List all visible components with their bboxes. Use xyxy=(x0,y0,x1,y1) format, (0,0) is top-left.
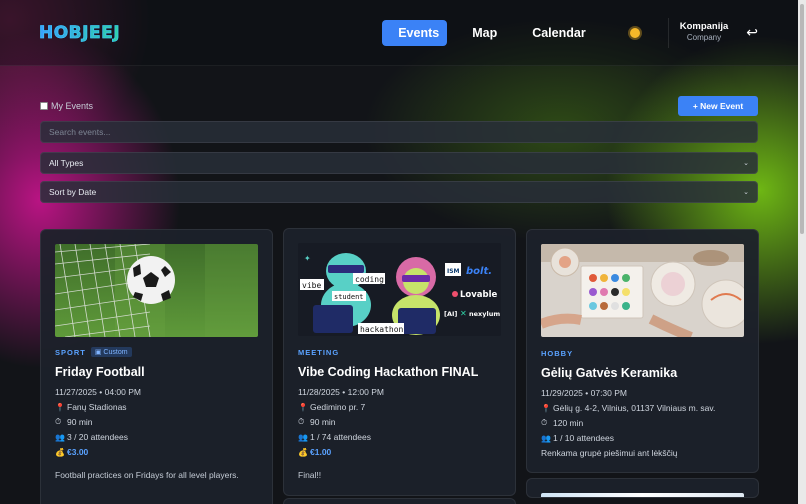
lovable-logo: Lovable xyxy=(460,290,498,300)
custom-badge: ▣ Custom xyxy=(90,347,132,357)
page-scrollbar[interactable] xyxy=(798,0,806,504)
event-card[interactable]: HOBBY Gėlių Gatvės Keramika 11/29/2025 •… xyxy=(526,229,759,473)
map-pin-icon: 📍 xyxy=(298,402,308,412)
chevron-down-icon: ⌄ xyxy=(743,160,749,167)
people-icon: 👥 xyxy=(541,433,551,443)
image-label-vibe: vibe xyxy=(302,281,321,290)
nexylum-logo: nexylum xyxy=(469,310,500,318)
scrollbar-thumb[interactable] xyxy=(800,4,804,234)
event-datetime: 11/29/2025 • 07:30 PM xyxy=(541,388,627,398)
top-navbar: HOBJEEJ Events Map Calendar Kompanija Co… xyxy=(0,0,798,66)
event-attendees: 3 / 20 attendees xyxy=(67,432,128,442)
page: HOBJEEJ Events Map Calendar Kompanija Co… xyxy=(0,0,798,504)
people-icon: 👥 xyxy=(298,432,308,442)
event-title[interactable]: Vibe Coding Hackathon FINAL xyxy=(298,365,501,379)
checkbox-box[interactable] xyxy=(40,101,48,110)
company-role: Company xyxy=(686,33,722,43)
event-price: €3.00 xyxy=(67,447,89,457)
event-title[interactable]: Friday Football xyxy=(55,365,258,379)
events-grid: SPORT ▣ Custom Friday Football 11/27/202… xyxy=(0,228,798,504)
event-duration: 90 min xyxy=(67,417,93,427)
main-nav: Events Map Calendar Kompanija Company ↩ xyxy=(382,17,758,48)
stopwatch-icon: ⏱ xyxy=(298,417,305,426)
event-image-peek xyxy=(541,493,744,497)
stopwatch-icon: ⏱ xyxy=(55,417,62,426)
badge-icon: ▣ xyxy=(94,349,102,356)
event-description: Renkama grupė piešimui ant lėkščių xyxy=(541,448,678,458)
event-card-peek[interactable] xyxy=(283,498,516,504)
bolt-logo: bolt. xyxy=(466,266,492,277)
new-event-button[interactable]: + New Event xyxy=(678,95,758,116)
event-card-peek[interactable] xyxy=(526,478,759,498)
event-location: Gėlių g. 4-2, Vilnius, 01137 Vilniaus m.… xyxy=(553,403,716,413)
stopwatch-icon: ⏱ xyxy=(541,418,548,427)
event-duration: 90 min xyxy=(310,417,336,427)
event-location: Fanų Stadionas xyxy=(67,402,127,412)
my-events-checkbox[interactable]: My Events xyxy=(40,101,93,111)
event-datetime: 11/28/2025 • 12:00 PM xyxy=(298,387,384,397)
filters-panel: My Events + New Event Search events... A… xyxy=(0,66,798,203)
map-pin-icon: 📍 xyxy=(541,403,551,413)
app-logo[interactable]: HOBJEEJ xyxy=(39,22,120,43)
return-icon[interactable]: ↩ xyxy=(746,24,758,41)
event-image-hackathon: vibe coding student hackathon ISM bolt. … xyxy=(298,243,501,336)
image-label-coding: coding xyxy=(355,275,384,284)
event-category: MEETING xyxy=(298,348,340,357)
nav-map[interactable]: Map xyxy=(456,20,513,46)
nav-divider xyxy=(667,17,669,48)
type-filter-select[interactable]: All Types ⌄ xyxy=(40,152,758,174)
event-image-ceramics xyxy=(541,244,744,337)
map-pin-icon: 📍 xyxy=(55,402,65,412)
nav-events[interactable]: Events xyxy=(382,19,448,46)
event-description: Final!! xyxy=(298,470,322,480)
event-category: SPORT xyxy=(55,347,86,357)
ism-logo: ISM xyxy=(447,268,460,275)
event-category: HOBBY xyxy=(541,349,574,358)
event-duration: 120 min xyxy=(553,418,584,428)
event-description: Football practices on Fridays for all le… xyxy=(55,470,239,480)
event-card[interactable]: vibe coding student hackathon ISM bolt. … xyxy=(283,228,516,496)
my-events-label: My Events xyxy=(51,100,94,111)
event-datetime: 11/27/2025 • 04:00 PM xyxy=(55,387,141,397)
image-label-student: student xyxy=(334,293,364,301)
image-label-hackathon: hackathon xyxy=(360,325,404,334)
company-info[interactable]: Kompanija Company xyxy=(679,21,729,43)
event-title[interactable]: Gėlių Gatvės Keramika xyxy=(541,366,744,380)
people-icon: 👥 xyxy=(55,432,65,442)
sun-icon[interactable] xyxy=(628,26,642,40)
event-image-football xyxy=(55,244,258,337)
nav-calendar[interactable]: Calendar xyxy=(516,20,602,46)
money-bag-icon: 💰 xyxy=(55,447,65,457)
event-price: €1.00 xyxy=(310,447,332,457)
money-bag-icon: 💰 xyxy=(298,447,308,457)
event-attendees: 1 / 74 attendees xyxy=(310,432,371,442)
company-name: Kompanija xyxy=(679,21,729,33)
type-filter-value: All Types xyxy=(49,158,84,168)
ai-logo: [AI] xyxy=(444,310,457,318)
sort-value: Sort by Date xyxy=(49,187,97,197)
event-attendees: 1 / 10 attendees xyxy=(553,433,614,443)
search-input[interactable]: Search events... xyxy=(40,121,758,143)
svg-text:✦: ✦ xyxy=(304,254,311,263)
chevron-down-icon: ⌄ xyxy=(743,189,749,196)
svg-text:✕: ✕ xyxy=(460,309,467,318)
event-location: Gedimino pr. 7 xyxy=(310,402,366,412)
sort-select[interactable]: Sort by Date ⌄ xyxy=(40,181,758,203)
event-card[interactable]: SPORT ▣ Custom Friday Football 11/27/202… xyxy=(40,229,273,504)
search-placeholder: Search events... xyxy=(49,127,111,137)
